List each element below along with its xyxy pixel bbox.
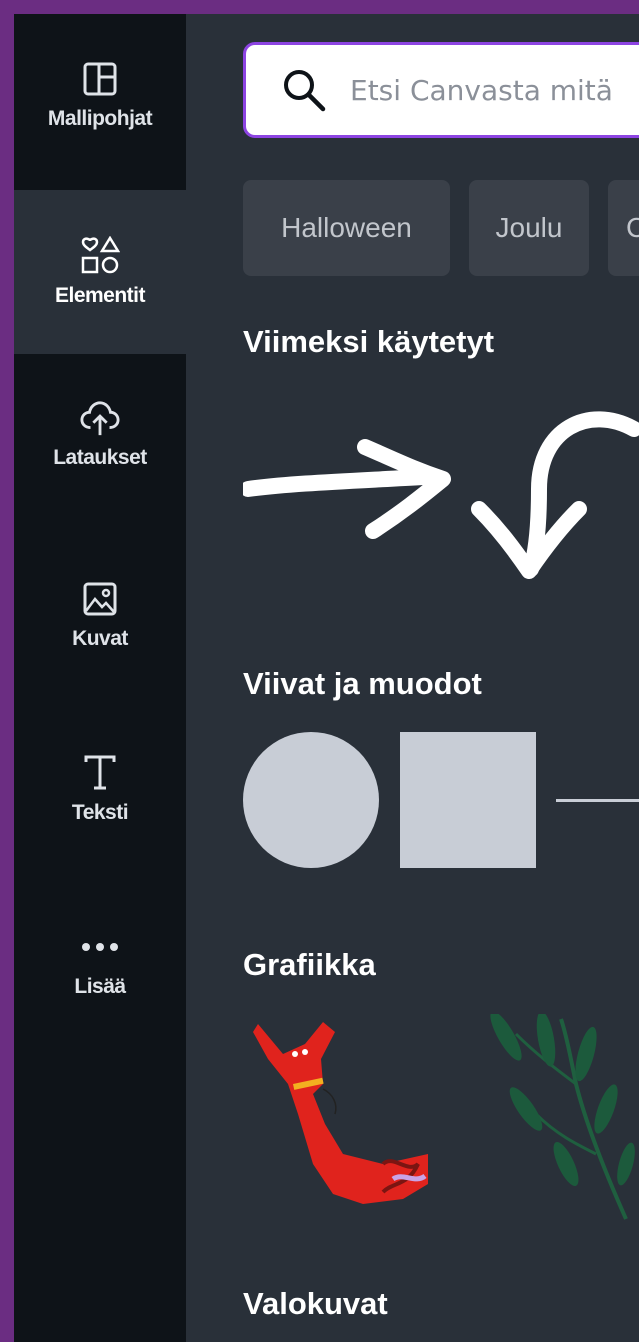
sidebar-item-more[interactable]: Lisää [14,882,186,1044]
graphic-red-arm[interactable] [243,1014,428,1214]
shape-line[interactable] [556,799,639,802]
chip-halloween[interactable]: Halloween [243,180,450,276]
search-box[interactable] [243,42,639,138]
sidebar: Mallipohjat Elementit Lataukset Kuvat Te [14,14,186,1342]
elements-panel: Halloween Joulu C Viimeksi käytetyt Viiv… [186,14,639,1342]
sidebar-item-photos[interactable]: Kuvat [14,534,186,696]
sidebar-item-elements[interactable]: Elementit [14,190,186,354]
sidebar-item-templates[interactable]: Mallipohjat [14,14,186,176]
section-title-photos: Valokuvat [243,1286,388,1321]
more-dots-icon [80,927,120,967]
section-title-lines-shapes: Viivat ja muodot [243,666,482,701]
image-icon [80,579,120,619]
sidebar-item-label: Teksti [71,801,129,824]
recent-arrow-right[interactable] [240,409,463,549]
template-icon [80,59,120,99]
search-icon [280,65,330,115]
sidebar-item-label: Kuvat [72,627,128,650]
sidebar-item-label: Elementit [54,284,146,307]
sidebar-item-text[interactable]: Teksti [14,708,186,870]
sidebar-item-label: Lataukset [53,446,147,469]
shape-square[interactable] [400,732,536,868]
shape-circle[interactable] [243,732,379,868]
section-title-graphics: Grafiikka [243,947,376,982]
sidebar-item-label: Lisää [74,975,126,998]
search-input[interactable] [348,72,639,108]
recent-arrow-curved[interactable] [469,399,639,579]
sidebar-item-uploads[interactable]: Lataukset [14,354,186,514]
chip-partial[interactable]: C [608,180,639,276]
chip-joulu[interactable]: Joulu [469,180,589,276]
editor-frame: Mallipohjat Elementit Lataukset Kuvat Te [14,14,639,1342]
sidebar-item-label: Mallipohjat [47,107,153,130]
section-title-recent: Viimeksi käytetyt [243,324,495,359]
cloud-upload-icon [80,398,120,438]
text-icon [80,753,120,793]
shapes-icon [80,236,120,276]
graphic-green-branch[interactable] [476,1011,639,1224]
